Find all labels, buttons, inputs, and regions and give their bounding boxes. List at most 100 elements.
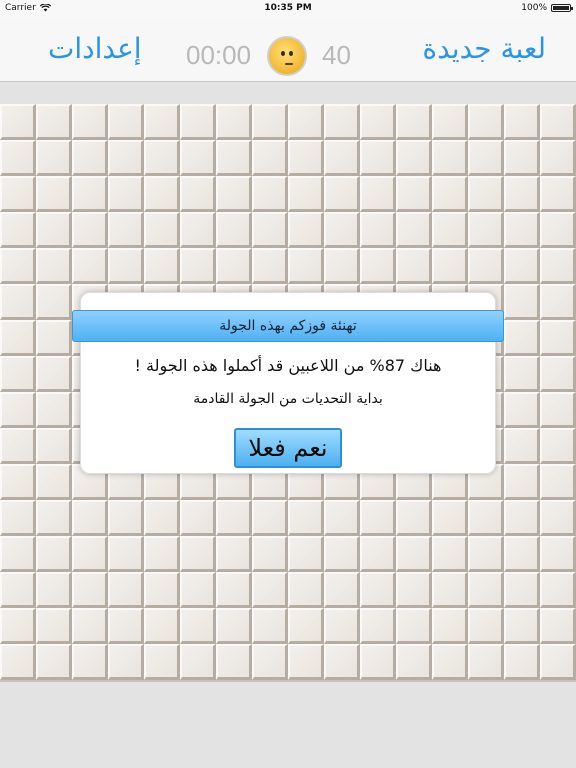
board-tile[interactable] (396, 500, 432, 536)
board-tile[interactable] (504, 572, 540, 608)
board-tile[interactable] (36, 644, 72, 680)
board-tile[interactable] (0, 248, 36, 284)
board-tile[interactable] (504, 212, 540, 248)
board-tile[interactable] (180, 536, 216, 572)
board-tile[interactable] (468, 212, 504, 248)
board-tile[interactable] (144, 212, 180, 248)
board-tile[interactable] (324, 212, 360, 248)
board-tile[interactable] (144, 500, 180, 536)
board-tile[interactable] (504, 176, 540, 212)
board-tile[interactable] (108, 500, 144, 536)
board-tile[interactable] (36, 212, 72, 248)
board-tile[interactable] (36, 104, 72, 140)
board-tile[interactable] (0, 392, 36, 428)
board-tile[interactable] (216, 248, 252, 284)
board-tile[interactable] (468, 176, 504, 212)
board-tile[interactable] (0, 140, 36, 176)
board-tile[interactable] (540, 536, 576, 572)
board-tile[interactable] (216, 644, 252, 680)
board-tile[interactable] (468, 104, 504, 140)
board-tile[interactable] (216, 536, 252, 572)
board-tile[interactable] (108, 176, 144, 212)
board-tile[interactable] (504, 284, 540, 320)
board-tile[interactable] (288, 500, 324, 536)
board-tile[interactable] (36, 284, 72, 320)
board-tile[interactable] (540, 104, 576, 140)
board-tile[interactable] (0, 320, 36, 356)
smiley-neutral-icon[interactable] (267, 36, 307, 76)
board-tile[interactable] (36, 356, 72, 392)
board-tile[interactable] (252, 536, 288, 572)
board-tile[interactable] (360, 644, 396, 680)
board-tile[interactable] (360, 212, 396, 248)
board-tile[interactable] (144, 572, 180, 608)
board-tile[interactable] (252, 248, 288, 284)
board-tile[interactable] (360, 176, 396, 212)
board-tile[interactable] (360, 536, 396, 572)
board-tile[interactable] (0, 428, 36, 464)
board-tile[interactable] (504, 500, 540, 536)
board-tile[interactable] (540, 608, 576, 644)
board-tile[interactable] (540, 500, 576, 536)
board-tile[interactable] (252, 644, 288, 680)
board-tile[interactable] (504, 140, 540, 176)
board-tile[interactable] (540, 176, 576, 212)
board-tile[interactable] (180, 176, 216, 212)
board-tile[interactable] (72, 248, 108, 284)
board-tile[interactable] (72, 644, 108, 680)
board-tile[interactable] (288, 608, 324, 644)
board-tile[interactable] (36, 572, 72, 608)
board-tile[interactable] (0, 500, 36, 536)
board-tile[interactable] (36, 608, 72, 644)
board-tile[interactable] (144, 644, 180, 680)
board-tile[interactable] (216, 212, 252, 248)
board-tile[interactable] (540, 248, 576, 284)
board-tile[interactable] (288, 536, 324, 572)
board-tile[interactable] (36, 248, 72, 284)
board-tile[interactable] (504, 104, 540, 140)
board-tile[interactable] (396, 644, 432, 680)
board-tile[interactable] (324, 644, 360, 680)
board-tile[interactable] (252, 104, 288, 140)
board-tile[interactable] (324, 536, 360, 572)
board-tile[interactable] (216, 176, 252, 212)
board-tile[interactable] (540, 572, 576, 608)
board-tile[interactable] (540, 644, 576, 680)
board-tile[interactable] (504, 356, 540, 392)
board-tile[interactable] (288, 248, 324, 284)
board-tile[interactable] (36, 500, 72, 536)
board-tile[interactable] (396, 176, 432, 212)
board-tile[interactable] (468, 608, 504, 644)
board-tile[interactable] (432, 608, 468, 644)
settings-button[interactable]: إعدادات (48, 32, 142, 65)
board-tile[interactable] (432, 248, 468, 284)
board-tile[interactable] (180, 104, 216, 140)
board-tile[interactable] (504, 320, 540, 356)
board-tile[interactable] (108, 248, 144, 284)
board-tile[interactable] (288, 104, 324, 140)
board-tile[interactable] (252, 140, 288, 176)
board-tile[interactable] (540, 428, 576, 464)
board-tile[interactable] (72, 176, 108, 212)
board-tile[interactable] (324, 176, 360, 212)
board-tile[interactable] (0, 608, 36, 644)
board-tile[interactable] (252, 176, 288, 212)
board-tile[interactable] (108, 104, 144, 140)
board-tile[interactable] (288, 212, 324, 248)
board-tile[interactable] (108, 212, 144, 248)
board-tile[interactable] (108, 572, 144, 608)
board-tile[interactable] (504, 608, 540, 644)
board-tile[interactable] (108, 140, 144, 176)
board-tile[interactable] (324, 608, 360, 644)
board-tile[interactable] (360, 500, 396, 536)
board-tile[interactable] (432, 500, 468, 536)
board-tile[interactable] (540, 356, 576, 392)
board-tile[interactable] (180, 608, 216, 644)
board-tile[interactable] (0, 284, 36, 320)
board-tile[interactable] (324, 140, 360, 176)
board-tile[interactable] (0, 572, 36, 608)
board-tile[interactable] (324, 572, 360, 608)
board-tile[interactable] (216, 608, 252, 644)
board-tile[interactable] (288, 140, 324, 176)
board-tile[interactable] (504, 248, 540, 284)
